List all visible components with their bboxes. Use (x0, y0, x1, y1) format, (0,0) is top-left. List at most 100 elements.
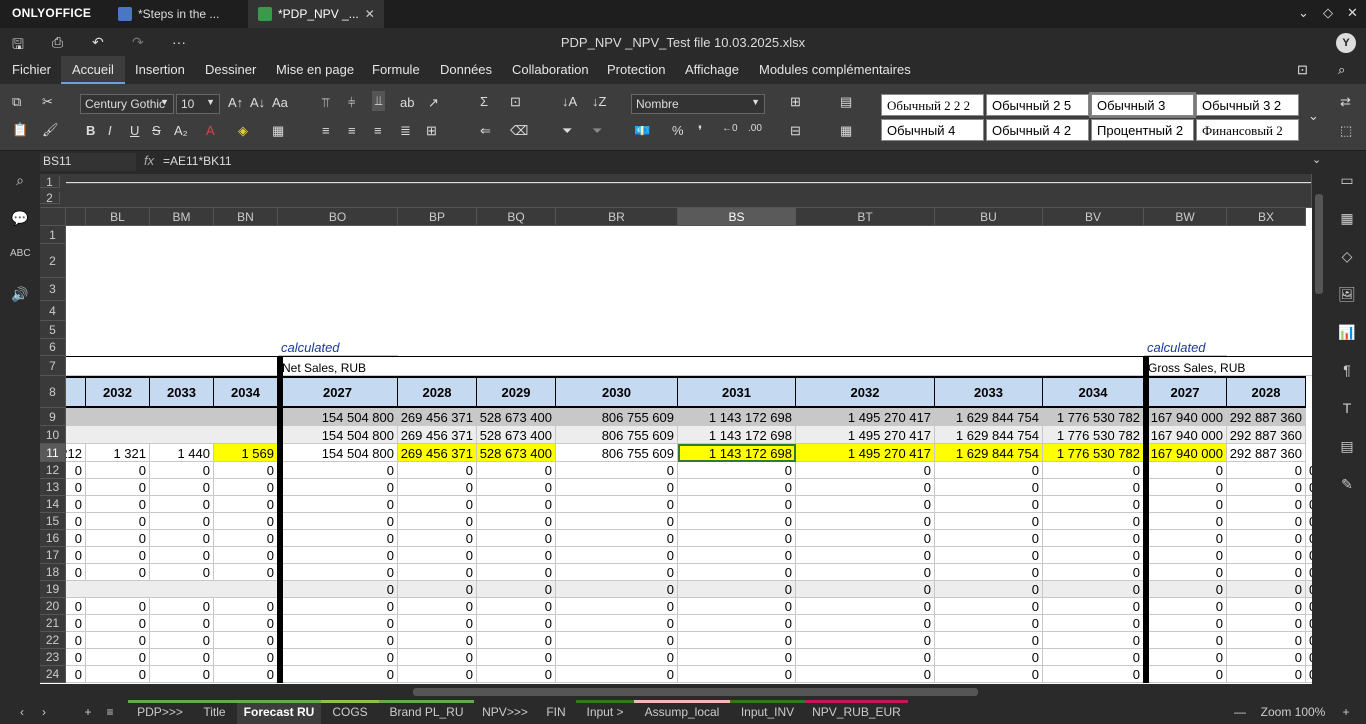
align-middle-icon[interactable]: ⫩ (348, 95, 355, 111)
value-cell[interactable]: 0 (556, 462, 678, 479)
value-cell[interactable]: 0 (398, 547, 477, 564)
increase-font-icon[interactable]: A↑ (228, 95, 243, 110)
name-box[interactable]: BS11 (40, 153, 136, 171)
replace-icon[interactable]: ⇄ (1340, 94, 1351, 110)
value-cell[interactable]: 0 (398, 632, 477, 649)
value-cell[interactable]: 0 (214, 615, 278, 632)
value-cell[interactable]: 0 (66, 615, 86, 632)
value-cell[interactable]: 0 (1043, 547, 1144, 564)
tab-spreadsheet-npv[interactable]: *PDP_NPV _... ✕ (248, 0, 384, 28)
value-cell[interactable]: 0 (796, 632, 935, 649)
paste-icon[interactable]: 📋 (12, 122, 28, 138)
value-cell[interactable]: 0 (214, 462, 278, 479)
cell[interactable] (150, 581, 214, 598)
value-cell[interactable]: 0 (278, 666, 398, 683)
value-cell[interactable]: 0 (796, 513, 935, 530)
value-cell[interactable]: 0 (214, 479, 278, 496)
value-cell[interactable]: 0 (1144, 547, 1227, 564)
value-cell[interactable]: 0 (678, 496, 796, 513)
row-header[interactable]: 19 (40, 581, 66, 598)
cell[interactable] (935, 356, 1043, 376)
font-family-select[interactable]: Century Gothic ▼ (80, 94, 174, 114)
subscript-icon[interactable]: A₂ (174, 123, 188, 138)
value-cell[interactable]: 0 (477, 632, 556, 649)
value-cell[interactable]: 0 (678, 666, 796, 683)
avatar[interactable]: Y (1336, 33, 1356, 53)
row-header[interactable]: 21 (40, 615, 66, 632)
value-cell[interactable]: 0 (398, 462, 477, 479)
value-cell[interactable]: 0 (278, 598, 398, 615)
cell-style-4[interactable]: Обычный 3 2 (1196, 94, 1299, 116)
value-cell[interactable]: 0 (678, 581, 796, 598)
value-cell[interactable]: 0 (86, 666, 150, 683)
value-cell[interactable]: 0 (214, 547, 278, 564)
wrap-text-icon[interactable]: ab (400, 95, 414, 110)
value-cell[interactable]: 0 (66, 649, 86, 666)
value-cell[interactable]: 0 (214, 649, 278, 666)
value-cell[interactable]: 292 887 360 (1227, 444, 1306, 462)
row-header[interactable]: 15 (40, 513, 66, 530)
value-cell[interactable]: 0 (796, 530, 935, 547)
value-cell[interactable]: 292 887 360 (1227, 426, 1306, 444)
value-cell[interactable]: 1 143 172 698 (678, 426, 796, 444)
value-cell[interactable]: 0 (278, 581, 398, 598)
cell[interactable] (66, 356, 278, 376)
column-header[interactable]: BW (1144, 208, 1227, 226)
column-header[interactable]: BV (1043, 208, 1144, 226)
cell[interactable] (86, 408, 150, 426)
value-cell[interactable]: 0 (150, 615, 214, 632)
formula-input[interactable]: =AE11*BK11 (163, 154, 232, 168)
year-header[interactable]: 2034 (1043, 376, 1144, 408)
insert-cells-icon[interactable]: ⊞ (790, 94, 801, 110)
year-header[interactable]: 2027 (278, 376, 398, 408)
value-cell[interactable]: 0 (1144, 615, 1227, 632)
value-cell[interactable]: 0 (1043, 513, 1144, 530)
value-cell[interactable]: 0 (150, 496, 214, 513)
close-icon[interactable]: ✕ (365, 7, 375, 21)
value-cell[interactable]: 0 (796, 547, 935, 564)
value-cell[interactable]: 0 (1043, 649, 1144, 666)
audio-icon[interactable]: 🔊 (10, 286, 30, 303)
value-cell[interactable]: 0 (214, 598, 278, 615)
currency-icon[interactable]: 💶 (634, 123, 650, 139)
value-cell[interactable]: 0 (1043, 615, 1144, 632)
sheet-tab[interactable]: Title (192, 700, 237, 724)
value-cell[interactable]: 0 (66, 598, 86, 615)
sheet-tab[interactable]: Brand PL_RU (379, 700, 474, 724)
sheet-tab[interactable]: Input_INV (730, 700, 805, 724)
cell[interactable] (678, 356, 796, 376)
align-right-icon[interactable]: ≡ (374, 123, 382, 138)
value-cell[interactable]: 0 (86, 615, 150, 632)
value-cell[interactable]: 0 (678, 462, 796, 479)
year-header[interactable]: 2032 (86, 376, 150, 408)
value-cell[interactable]: 0 (398, 496, 477, 513)
value-cell[interactable]: 0 (1144, 564, 1227, 581)
table-settings-icon[interactable]: ▦ (1337, 210, 1357, 227)
row-header[interactable]: 3 (40, 278, 66, 301)
value-cell[interactable]: 0 (150, 632, 214, 649)
menu-view[interactable]: Affichage (685, 62, 739, 77)
cell-style-3[interactable]: Обычный 3 (1089, 92, 1196, 118)
value-cell[interactable]: 1 776 530 782 (1043, 426, 1144, 444)
value-cell[interactable]: 0 (477, 547, 556, 564)
value-cell[interactable]: 1 321 (86, 444, 150, 462)
value-cell[interactable]: 0 (556, 530, 678, 547)
value-cell[interactable]: 0 (556, 547, 678, 564)
value-cell[interactable]: 0 (150, 649, 214, 666)
value-cell[interactable]: 0 (1144, 462, 1227, 479)
value-cell[interactable]: 0 (1227, 649, 1306, 666)
value-cell[interactable]: 0 (1144, 479, 1227, 496)
column-header[interactable]: BM (150, 208, 214, 226)
chevron-down-icon[interactable]: ⌄ (1298, 5, 1309, 21)
cell[interactable] (214, 581, 278, 598)
column-header[interactable]: BQ (477, 208, 556, 226)
strikethrough-icon[interactable]: S (152, 123, 161, 138)
label-calculated[interactable]: calculated (1144, 339, 1227, 356)
value-cell[interactable]: 0 (556, 496, 678, 513)
delete-cells-icon[interactable]: ⊟ (790, 123, 801, 139)
value-cell[interactable]: 0 (1227, 632, 1306, 649)
value-cell[interactable]: 0 (398, 615, 477, 632)
value-cell[interactable]: 1 629 844 754 (935, 426, 1043, 444)
value-cell[interactable]: 0 (214, 513, 278, 530)
row-header[interactable]: 14 (40, 496, 66, 513)
